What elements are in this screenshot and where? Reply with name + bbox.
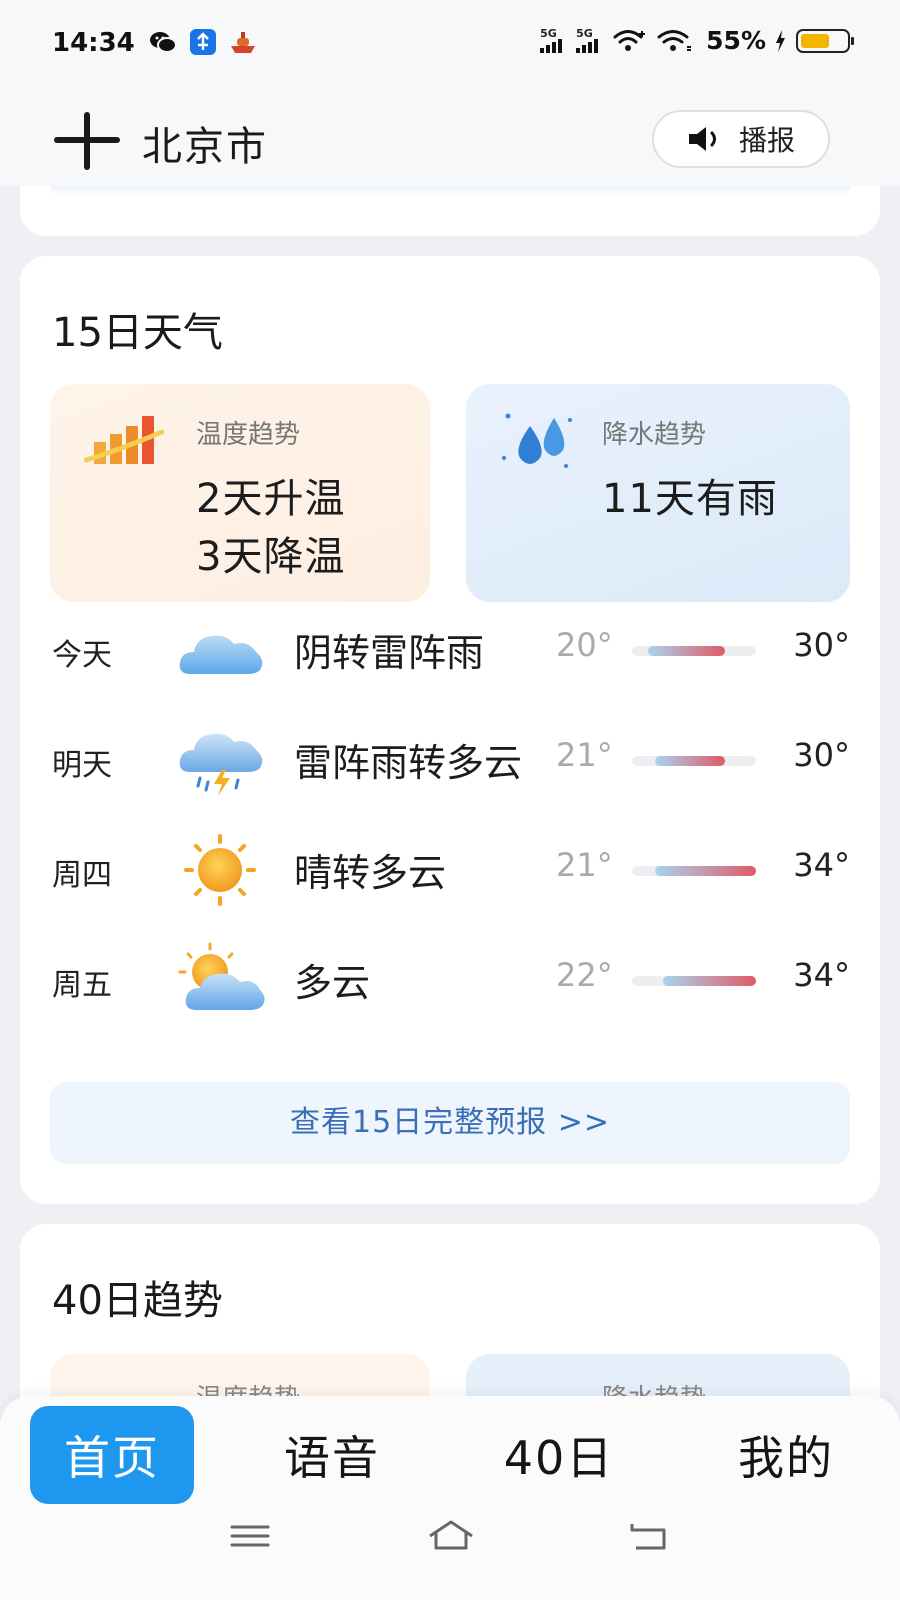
temp-low: 22° (556, 956, 613, 994)
status-time: 14:34 (52, 28, 135, 58)
temp-high: 30° (793, 736, 850, 774)
thunderstorm-icon (179, 733, 263, 796)
temp-range-fill (647, 646, 725, 656)
app-badge-icon (190, 29, 216, 55)
tab-home[interactable]: 首页 (30, 1406, 194, 1504)
temp-range-fill (655, 756, 725, 766)
app-header: 北京市 播报 (0, 88, 900, 186)
day-name: 周五 (52, 968, 112, 1003)
wifi-icon-2 (657, 29, 692, 51)
temp-range-bar (632, 646, 756, 656)
temp-range-bar (632, 866, 756, 876)
add-city-icon[interactable] (54, 112, 120, 170)
temperature-trend-rise: 2天升温 (196, 476, 346, 522)
tab-voice[interactable]: 语音 (262, 1406, 402, 1504)
temp-low: 21° (556, 736, 613, 774)
forecast-15-card: 15日天气 温度趋势 2天升温 3天降温 降水趋势 11天有雨 今天 阴转雷阵雨 (20, 256, 880, 1204)
raindrops-icon (502, 413, 572, 468)
status-bar: 14:34 5G 5G 55% (0, 0, 900, 88)
broadcast-button[interactable]: 播报 (652, 110, 830, 168)
broadcast-label: 播报 (738, 124, 795, 157)
temperature-trend-box[interactable]: 温度趋势 2天升温 3天降温 (50, 384, 430, 602)
day-name: 周四 (52, 858, 112, 893)
temp-range-bar (632, 976, 756, 986)
bottom-navigation: 首页 语音 40日 我的 (0, 1396, 900, 1600)
precipitation-trend-box[interactable]: 降水趋势 11天有雨 (466, 384, 850, 602)
signal-icon: 5G (540, 27, 563, 53)
temperature-trend-label: 温度趋势 (196, 420, 301, 450)
weather-description: 阴转雷阵雨 (294, 631, 485, 675)
tab-40-day[interactable]: 40日 (484, 1406, 634, 1504)
weather-description: 雷阵雨转多云 (294, 741, 523, 785)
temp-range-fill (663, 976, 756, 986)
day-name: 今天 (52, 638, 112, 673)
day-row-thursday[interactable]: 周四 晴转多云 21° 34° (20, 826, 880, 916)
day-row-today[interactable]: 今天 阴转雷阵雨 20° 30° (20, 606, 880, 696)
precipitation-trend-label: 降水趋势 (602, 420, 707, 450)
charging-icon (776, 29, 785, 52)
battery-icon (796, 28, 854, 53)
wifi-icon (613, 29, 646, 51)
precipitation-trend-value: 11天有雨 (602, 476, 778, 522)
day-name: 明天 (52, 748, 112, 783)
temperature-trend-drop: 3天降温 (196, 534, 346, 580)
signal-icon-2: 5G (576, 27, 599, 53)
network-type-2: 5G (576, 27, 593, 40)
previous-card-bottom (20, 186, 880, 236)
temp-high: 34° (793, 846, 850, 884)
wechat-icon (150, 32, 177, 53)
temp-range-bar (632, 756, 756, 766)
trend-40-title: 40日趋势 (52, 1278, 223, 1324)
boat-icon (231, 32, 255, 53)
forecast-15-title: 15日天气 (52, 310, 223, 356)
temp-range-fill (655, 866, 756, 876)
city-title[interactable]: 北京市 (142, 114, 268, 172)
partly-cloudy-icon (178, 942, 265, 1010)
sunny-icon (184, 834, 256, 906)
back-icon[interactable] (628, 1518, 672, 1554)
temp-low: 21° (556, 846, 613, 884)
temp-high: 34° (793, 956, 850, 994)
weather-description: 晴转多云 (294, 851, 447, 895)
day-row-tomorrow[interactable]: 明天 雷阵雨转多云 21° 30° (20, 716, 880, 806)
cloudy-icon (179, 635, 263, 674)
speaker-icon (688, 127, 716, 151)
full-forecast-link[interactable]: 查看15日完整预报 >> (50, 1082, 850, 1164)
menu-icon[interactable] (228, 1518, 272, 1554)
temp-high: 30° (793, 626, 850, 664)
notification-icons (148, 28, 258, 56)
temp-low: 20° (556, 626, 613, 664)
tab-mine[interactable]: 我的 (716, 1406, 856, 1504)
temperature-chart-icon (84, 416, 164, 464)
day-row-friday[interactable]: 周五 多云 22° 34° (20, 936, 880, 1026)
status-right: 5G 5G 55% (540, 26, 854, 55)
weather-description: 多云 (294, 961, 371, 1005)
battery-percent: 55% (706, 26, 766, 55)
network-type-1: 5G (540, 27, 557, 40)
home-icon[interactable] (426, 1518, 476, 1554)
